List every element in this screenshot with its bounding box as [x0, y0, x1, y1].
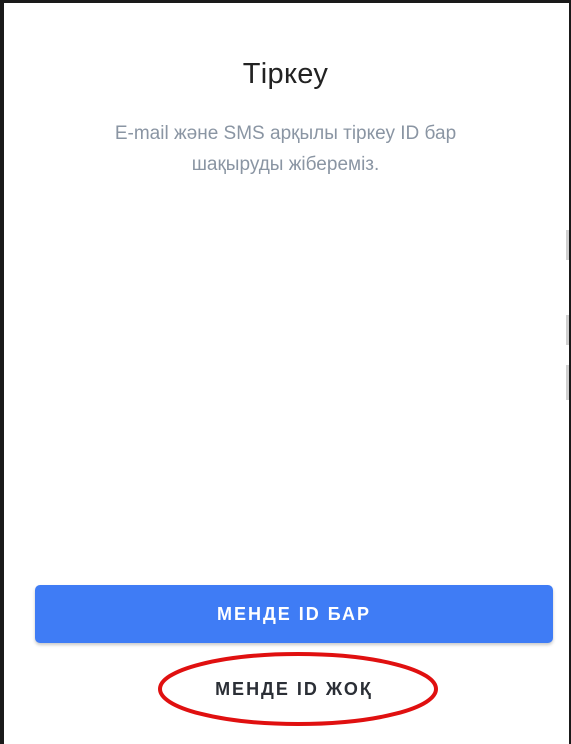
no-id-button-label: МЕНДЕ ID ЖОҚ [215, 678, 373, 699]
page-title: Тіркеу [242, 58, 329, 90]
have-id-button-label: МЕНДЕ ID БАР [216, 603, 372, 624]
have-id-button[interactable]: МЕНДЕ ID БАР [35, 585, 553, 643]
scroll-edge-mark [566, 365, 569, 400]
scroll-edge-mark [566, 315, 569, 345]
scroll-edge-mark [566, 230, 569, 260]
no-id-button[interactable]: МЕНДЕ ID ЖОҚ [35, 660, 553, 718]
page-subtitle: E-mail және SMS арқылы тіркеу ID бар шақ… [114, 123, 457, 175]
